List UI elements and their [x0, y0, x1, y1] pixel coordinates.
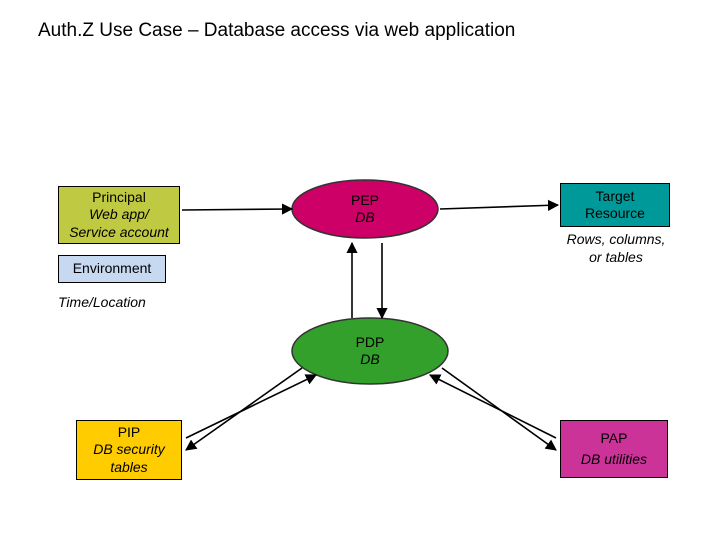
target-sub: Resource [585, 205, 645, 223]
pip-box: PIP DB security tables [76, 420, 182, 480]
page-title: Auth.Z Use Case – Database access via we… [38, 20, 515, 42]
target-detail: Rows, columns, or tables [560, 231, 672, 266]
pep-ellipse: PEP DB [290, 178, 440, 240]
pdp-title: PDP [356, 334, 385, 352]
principal-box: Principal Web app/ Service account [58, 186, 180, 244]
pap-title: PAP [601, 430, 628, 448]
pap-sub: DB utilities [581, 451, 647, 469]
pip-line1: DB security [93, 441, 165, 459]
target-title: Target [596, 188, 635, 206]
pap-box: PAP DB utilities [560, 420, 668, 478]
target-detail-line2: or tables [560, 249, 672, 267]
timelocation-label: Time/Location [58, 294, 146, 310]
pip-line2: tables [110, 459, 147, 477]
pdp-ellipse: PDP DB [290, 316, 450, 386]
principal-line1: Web app/ [89, 206, 149, 224]
environment-title: Environment [73, 260, 152, 278]
target-box: Target Resource [560, 183, 670, 227]
pip-title: PIP [118, 424, 141, 442]
pep-title: PEP [351, 192, 379, 210]
pdp-sub: DB [360, 351, 379, 369]
pep-sub: DB [355, 209, 374, 227]
principal-line2: Service account [69, 224, 169, 242]
environment-box: Environment [58, 255, 166, 283]
principal-title: Principal [92, 189, 146, 207]
target-detail-line1: Rows, columns, [560, 231, 672, 249]
